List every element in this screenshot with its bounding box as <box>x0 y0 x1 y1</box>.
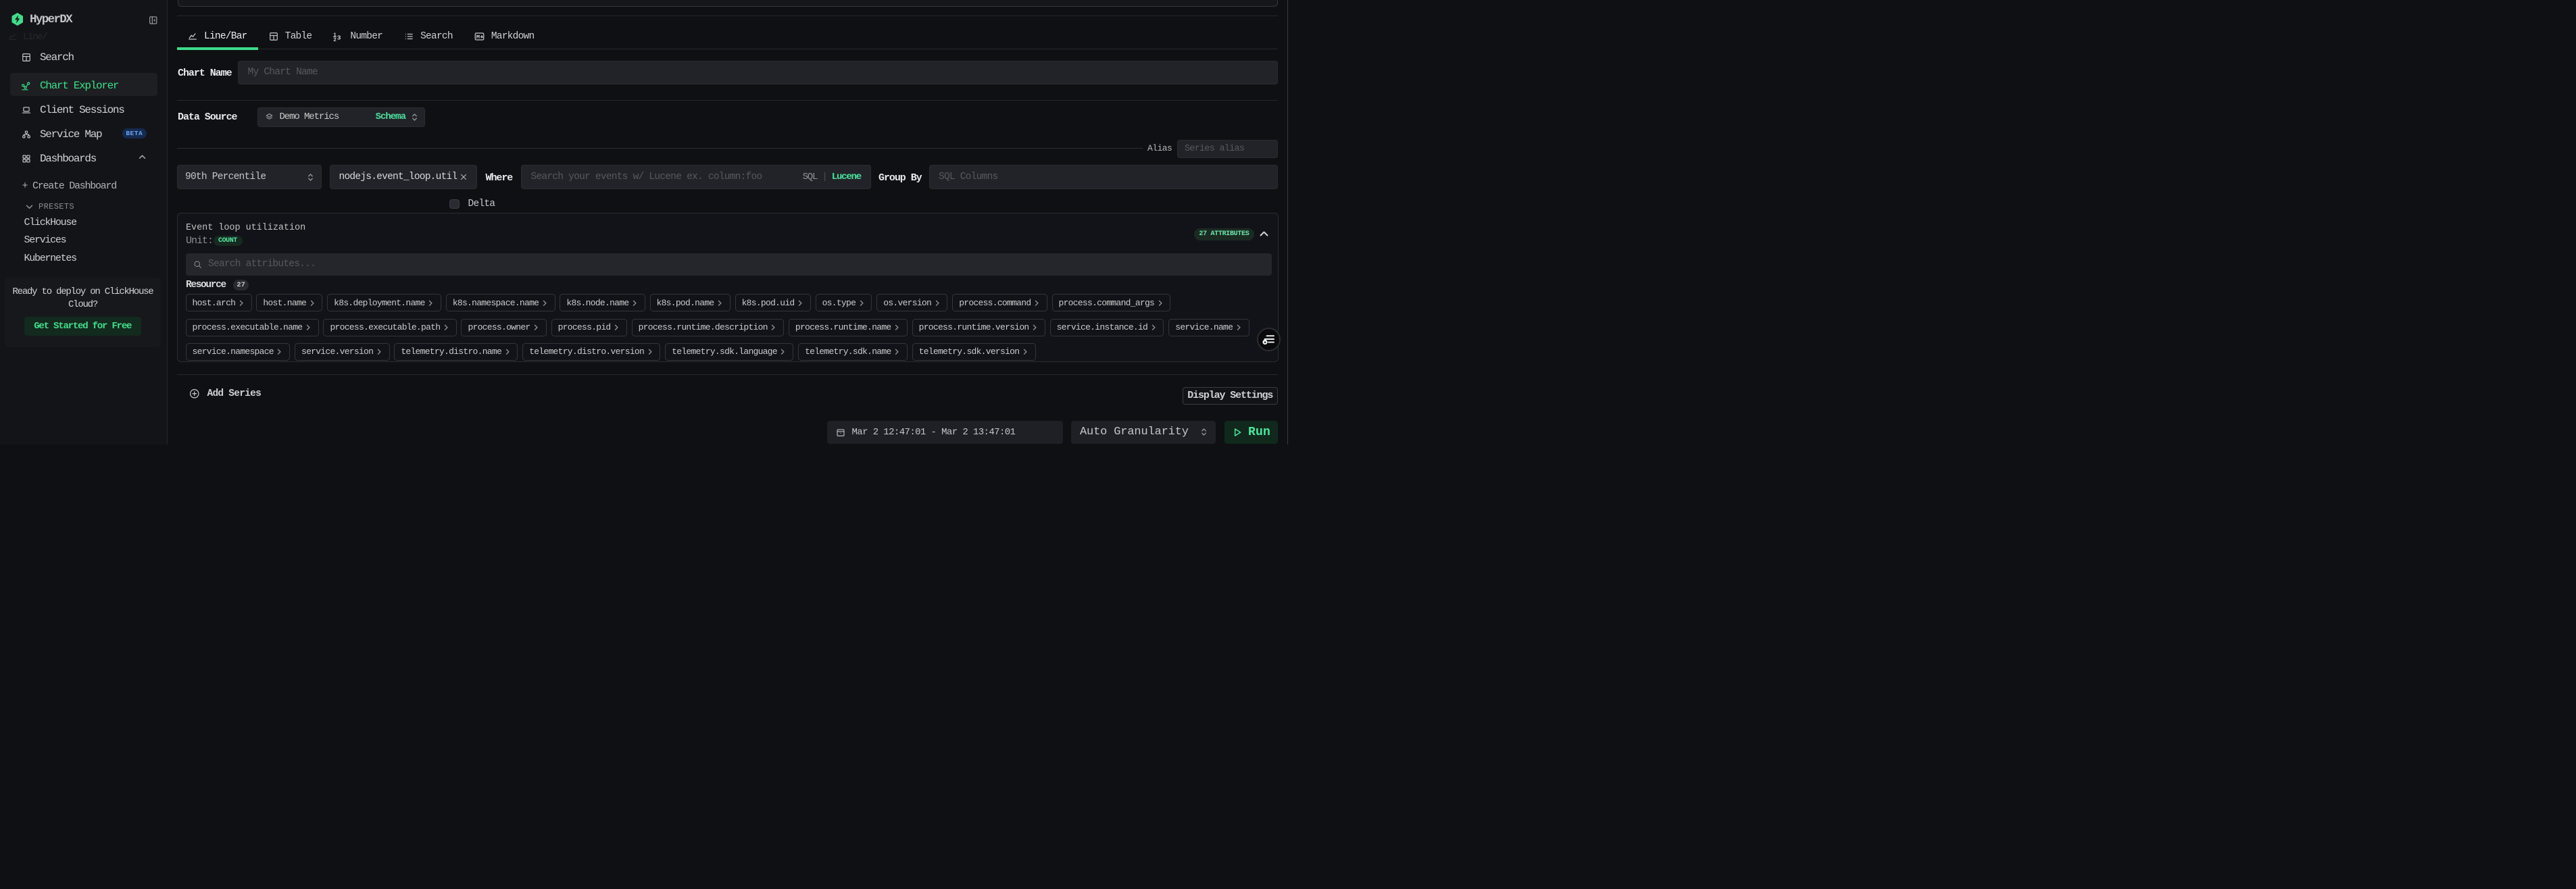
svg-text:2: 2 <box>334 38 337 41</box>
svg-text:3: 3 <box>337 34 341 41</box>
